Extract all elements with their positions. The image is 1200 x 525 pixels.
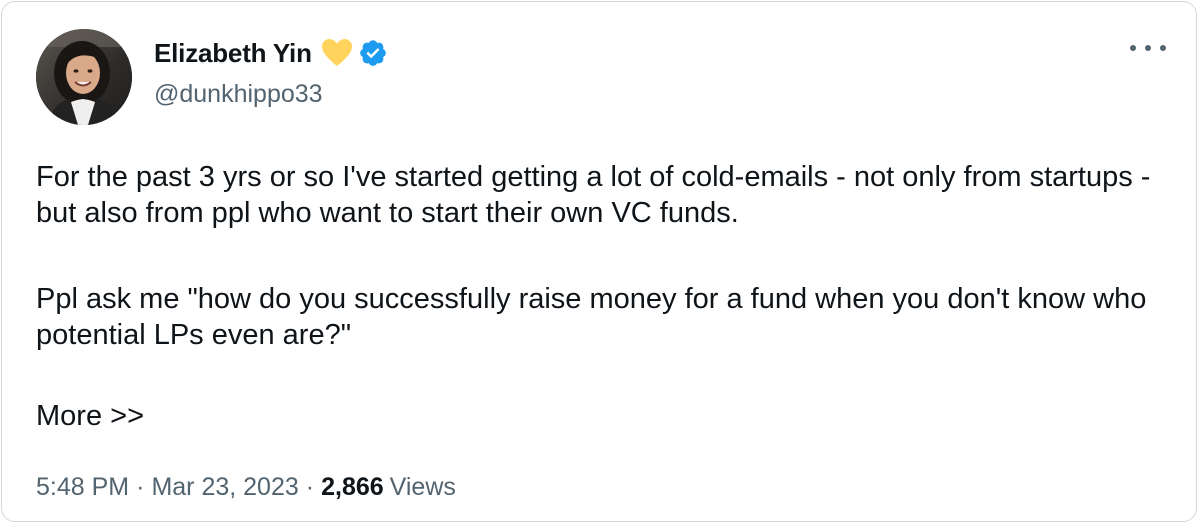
meta-separator: · <box>305 473 315 501</box>
verified-badge-icon[interactable] <box>358 38 388 68</box>
author-handle[interactable]: @dunkhippo33 <box>154 80 323 109</box>
tweet-more-link: More >> <box>36 400 144 432</box>
yellow-heart-icon <box>321 38 353 68</box>
more-options-button[interactable] <box>1130 36 1166 60</box>
author-name-row: Elizabeth Yin <box>154 35 388 71</box>
views-count[interactable]: 2,866 <box>321 473 384 501</box>
avatar[interactable] <box>36 29 132 125</box>
more-dot-icon <box>1160 45 1166 51</box>
tweet-card: Elizabeth Yin @dunkhippo33 For the past … <box>1 1 1197 522</box>
more-dot-icon <box>1145 45 1151 51</box>
author-display-name[interactable]: Elizabeth Yin <box>154 38 312 69</box>
tweet-paragraph: Ppl ask me "how do you successfully rais… <box>36 283 1147 351</box>
meta-separator: · <box>136 473 145 501</box>
more-dot-icon <box>1130 45 1136 51</box>
views-label: Views <box>389 473 456 501</box>
tweet-time[interactable]: 5:48 PM <box>36 473 129 501</box>
tweet-paragraph: For the past 3 yrs or so I've started ge… <box>36 161 1151 229</box>
tweet-metadata: 5:48 PM · Mar 23, 2023 · 2,866 Views <box>36 473 456 502</box>
tweet-date[interactable]: Mar 23, 2023 <box>151 473 298 501</box>
